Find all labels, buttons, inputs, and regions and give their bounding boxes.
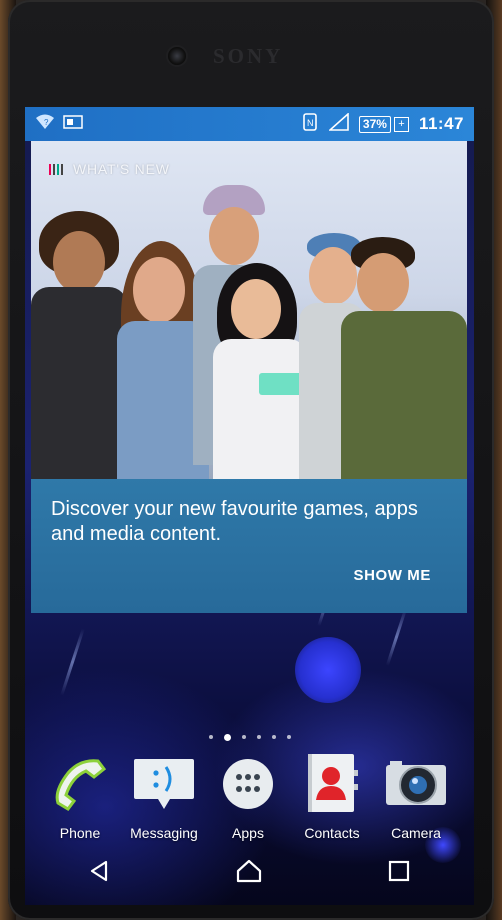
whats-new-logo-icon: [49, 163, 63, 175]
show-me-button[interactable]: SHOW ME: [353, 567, 431, 584]
signal-icon: [327, 111, 349, 136]
svg-text:N: N: [307, 118, 314, 128]
screenshot-icon: [63, 114, 83, 134]
nfc-icon: N: [301, 112, 319, 136]
page-dot: [271, 735, 276, 739]
wallpaper-streak: [385, 608, 408, 666]
apps-grid-icon: [216, 757, 280, 811]
svg-text:?: ?: [44, 118, 49, 127]
dock-app-contacts[interactable]: Contacts: [289, 754, 375, 841]
app-label: Phone: [59, 825, 101, 841]
recents-icon: [388, 860, 410, 887]
home-screen[interactable]: ? N 37% + 11:47 WHAT'S NEW Discover your…: [25, 107, 474, 905]
group-selfie-photo: [31, 141, 467, 479]
dock-app-messaging[interactable]: Messaging: [121, 757, 207, 841]
camera-icon: [384, 757, 448, 811]
page-dot: [208, 735, 213, 739]
whats-new-card[interactable]: WHAT'S NEW Discover your new favourite g…: [31, 141, 467, 613]
status-time: 11:47: [418, 114, 464, 133]
brand-logo: SONY: [213, 44, 284, 68]
battery-level: 37%: [358, 115, 391, 133]
wallpaper-orb: [295, 637, 361, 703]
card-body: Discover your new favourite games, apps …: [31, 479, 467, 613]
status-bar[interactable]: ? N 37% + 11:47: [25, 107, 474, 141]
wallpaper-streak: [60, 628, 85, 696]
navigation-bar: [25, 853, 474, 893]
app-label: Apps: [232, 825, 264, 841]
front-camera-lens: [168, 47, 186, 65]
battery-icon: 37% +: [358, 115, 409, 133]
card-title: WHAT'S NEW: [73, 161, 170, 177]
home-button[interactable]: [229, 858, 269, 888]
recents-button[interactable]: [379, 858, 419, 888]
page-dot-active: [223, 734, 231, 741]
page-dot: [241, 735, 246, 739]
page-indicator: [25, 734, 474, 741]
back-icon: [88, 859, 112, 888]
messaging-icon: [132, 757, 196, 811]
card-description: Discover your new favourite games, apps …: [51, 498, 418, 545]
charging-icon: +: [393, 116, 409, 132]
dock-app-phone[interactable]: Phone: [37, 757, 123, 841]
page-dot: [256, 735, 261, 739]
contacts-icon: [300, 754, 364, 812]
card-header: WHAT'S NEW: [49, 161, 170, 177]
app-label: Contacts: [304, 825, 360, 841]
app-label: Camera: [391, 825, 441, 841]
home-icon: [236, 859, 262, 888]
wifi-icon: ?: [35, 114, 55, 135]
dock-app-apps[interactable]: Apps: [205, 757, 291, 841]
page-dot: [286, 735, 291, 739]
app-dock: Phone Messaging Apps Contacts Camera: [25, 754, 474, 847]
dock-app-camera[interactable]: Camera: [373, 757, 459, 841]
phone-icon: [48, 757, 112, 811]
back-button[interactable]: [80, 858, 120, 888]
app-label: Messaging: [130, 825, 198, 841]
